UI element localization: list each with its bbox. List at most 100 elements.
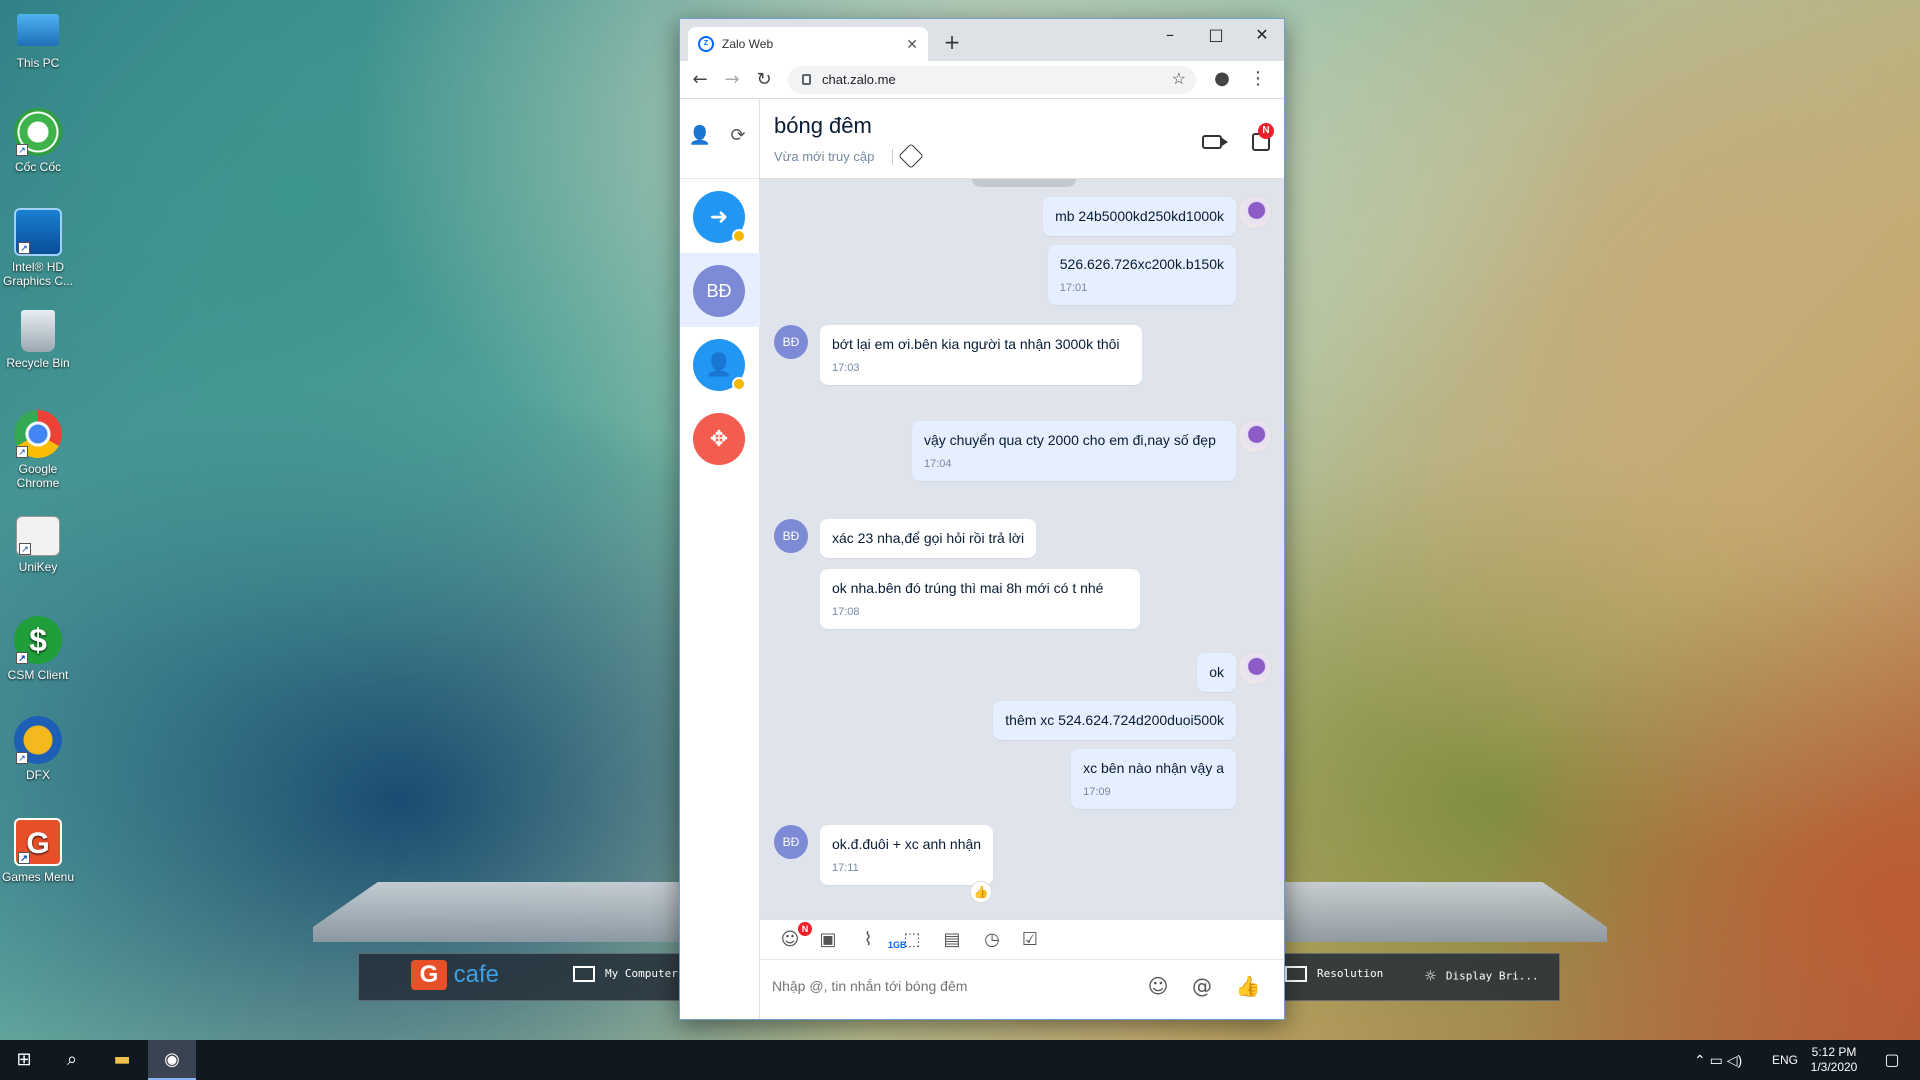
message-bubble[interactable]: ok.đ.đuôi + xc anh nhận 17:11 bbox=[820, 825, 994, 885]
desktop-icon-label: This PC bbox=[16, 56, 60, 70]
message-text: xc bên nào nhận vậy a bbox=[1083, 760, 1224, 776]
message-bubble[interactable]: ok nha.bên đó trúng thì mai 8h mới có t … bbox=[820, 569, 1140, 629]
menu-kebab-icon[interactable]: ⋮ bbox=[1246, 68, 1270, 89]
message-bubble[interactable]: vậy chuyển qua cty 2000 cho em đi,nay số… bbox=[912, 421, 1236, 481]
message-text: xác 23 nha,để gọi hỏi rồi trả lời bbox=[832, 530, 1025, 546]
create-group-icon[interactable]: ⟳ bbox=[724, 125, 752, 146]
clock[interactable]: 5:12 PM 1/3/2020 bbox=[1808, 1040, 1860, 1080]
games-menu-icon: G ↗ bbox=[14, 818, 62, 866]
message-bubble[interactable]: mb 24b5000kd250kd1000k bbox=[1043, 197, 1236, 236]
zalo-favicon-icon: Z bbox=[698, 36, 714, 52]
back-button[interactable]: ← bbox=[688, 70, 712, 90]
maximize-button[interactable]: □ bbox=[1196, 25, 1236, 44]
message-composer: ☺ N ▣ ⌇ 1GB ⬚ ▤ ◷ ☑ ☺ @ 👍 bbox=[760, 919, 1284, 1019]
reload-button[interactable]: ↻ bbox=[752, 70, 776, 90]
desktop-icon-label: Recycle Bin bbox=[6, 356, 70, 370]
thumbs-up-send-icon[interactable]: 👍 bbox=[1234, 974, 1262, 998]
conversation-title: bóng đêm bbox=[774, 113, 872, 138]
desktop-icon-chrome[interactable]: ↗ Google Chrome bbox=[0, 410, 76, 490]
forward-button[interactable]: → bbox=[720, 70, 744, 90]
mention-icon[interactable]: @ bbox=[1188, 974, 1216, 998]
gcafe-logo[interactable]: G cafe bbox=[411, 960, 499, 990]
conversation-item-bong-dem[interactable]: BĐ bbox=[680, 253, 760, 327]
monitor-icon bbox=[573, 966, 595, 982]
sidebar-actions: 👤 ⟳ bbox=[680, 99, 759, 179]
chrome-icon: ↗ bbox=[14, 410, 62, 458]
presence-status: Vừa mới truy cập bbox=[774, 149, 875, 164]
desktop-icon-coccoc[interactable]: ↗ Cốc Cốc bbox=[0, 108, 76, 174]
minimize-button[interactable]: – bbox=[1150, 25, 1190, 44]
desktop-icon-unikey[interactable]: ↗ UniKey bbox=[0, 516, 76, 574]
search-icon[interactable]: ⌕ bbox=[48, 1040, 96, 1080]
conversation-item-contacts[interactable]: 👤 bbox=[680, 327, 760, 401]
message-text: ok nha.bên đó trúng thì mai 8h mới có t … bbox=[832, 580, 1104, 596]
address-bar[interactable]: chat.zalo.me ☆ bbox=[788, 66, 1196, 94]
reminder-clock-icon[interactable]: ◷ bbox=[980, 928, 1004, 952]
profile-icon[interactable]: ● bbox=[1210, 68, 1234, 89]
desktop-icon-label: DFX bbox=[26, 768, 50, 782]
resolution-icon bbox=[1285, 966, 1307, 982]
chat-header: bóng đêm Vừa mới truy cập N bbox=[760, 99, 1284, 179]
message-text: 526.626.726xc200k.b150k bbox=[1059, 256, 1224, 272]
desktop-icon-label: UniKey bbox=[18, 560, 58, 574]
url-text: chat.zalo.me bbox=[822, 72, 896, 87]
message-bubble[interactable]: ok bbox=[1197, 653, 1236, 692]
lock-icon bbox=[802, 74, 811, 85]
dfx-icon: ↗ bbox=[14, 716, 62, 764]
tag-icon[interactable] bbox=[898, 143, 924, 169]
message-bubble[interactable]: thêm xc 524.624.724d200duoi500k bbox=[993, 701, 1236, 740]
screenshot-icon[interactable]: ⬚ bbox=[900, 928, 924, 952]
desktop-icon-dfx[interactable]: ↗ DFX bbox=[0, 716, 76, 782]
verified-badge bbox=[732, 229, 746, 243]
desktop-icon-recycle-bin[interactable]: Recycle Bin bbox=[0, 310, 76, 370]
add-friend-icon[interactable]: 👤 bbox=[686, 125, 714, 146]
desktop-icon-games-menu[interactable]: G ↗ Games Menu bbox=[0, 818, 76, 884]
clock-time: 5:12 PM bbox=[1811, 1045, 1857, 1059]
message-bubble[interactable]: xác 23 nha,để gọi hỏi rồi trả lời bbox=[820, 519, 1037, 558]
coccoc-icon: ↗ bbox=[14, 108, 62, 156]
message-time: 17:11 bbox=[832, 862, 859, 874]
message-text: vậy chuyển qua cty 2000 cho em đi,nay số… bbox=[924, 432, 1216, 448]
tab-zalo-web[interactable]: Z Zalo Web ✕ bbox=[688, 27, 928, 61]
video-call-icon[interactable] bbox=[1202, 135, 1228, 149]
dock-my-computer[interactable]: My Computer bbox=[573, 966, 678, 982]
notification-center-icon[interactable]: ▢ bbox=[1868, 1040, 1916, 1080]
tab-close-icon[interactable]: ✕ bbox=[906, 36, 918, 53]
message-bubble[interactable]: bớt lại em ơi.bên kia người ta nhận 3000… bbox=[820, 325, 1142, 385]
avatar: BĐ bbox=[693, 265, 745, 317]
new-tab-button[interactable]: + bbox=[940, 30, 964, 54]
verified-badge bbox=[732, 377, 746, 391]
file-explorer-icon[interactable]: ▬ bbox=[98, 1040, 146, 1080]
windows-start-icon[interactable]: ⊞ bbox=[0, 1040, 48, 1080]
chrome-taskbar-icon[interactable]: ◉ bbox=[148, 1040, 196, 1080]
task-checkbox-icon[interactable]: ☑ bbox=[1018, 928, 1042, 952]
message-bubble[interactable]: xc bên nào nhận vậy a 17:09 bbox=[1071, 749, 1236, 809]
close-window-button[interactable]: ✕ bbox=[1242, 25, 1282, 44]
attachment-icon[interactable]: ⌇ bbox=[856, 928, 880, 952]
desktop-icon-csm-client[interactable]: $ ↗ CSM Client bbox=[0, 616, 76, 682]
notification-badge: N bbox=[1258, 123, 1274, 139]
contact-card-icon[interactable]: ▤ bbox=[940, 928, 964, 952]
message-bubble[interactable]: 526.626.726xc200k.b150k 17:01 bbox=[1047, 245, 1236, 305]
message-input[interactable] bbox=[772, 978, 1132, 994]
dock-display-brightness[interactable]: ☼ Display Bri... bbox=[1425, 966, 1539, 987]
thumbs-up-reaction-icon[interactable]: 👍 bbox=[970, 881, 992, 903]
tab-bar: Z Zalo Web ✕ + – □ ✕ bbox=[680, 19, 1284, 61]
message-list[interactable]: mb 24b5000kd250kd1000k 526.626.726xc200k… bbox=[760, 179, 1284, 919]
unikey-icon: ↗ bbox=[16, 516, 60, 556]
desktop-icon-label: Games Menu bbox=[1, 870, 75, 884]
conversation-item-game[interactable]: ✥ bbox=[680, 401, 760, 475]
language-indicator[interactable]: ENG bbox=[1772, 1040, 1798, 1080]
clock-date: 1/3/2020 bbox=[1810, 1060, 1858, 1074]
emoji-icon[interactable]: ☺ bbox=[1144, 974, 1172, 998]
tray-icons[interactable]: ⌃ ▭ ◁) bbox=[1694, 1040, 1742, 1080]
dock-label: Display Bri... bbox=[1445, 969, 1539, 983]
message-time: 17:04 bbox=[924, 458, 952, 470]
bookmark-star-icon[interactable]: ☆ bbox=[1172, 66, 1186, 94]
desktop-icon-this-pc[interactable]: This PC bbox=[0, 8, 76, 70]
conversation-item-cloud[interactable]: ➜ bbox=[680, 179, 760, 253]
desktop-icon-intel[interactable]: ↗ Intel® HD Graphics C... bbox=[0, 208, 76, 288]
contact-avatar: BĐ bbox=[774, 325, 808, 359]
dock-resolution[interactable]: Resolution bbox=[1285, 966, 1383, 982]
image-icon[interactable]: ▣ bbox=[816, 928, 840, 952]
